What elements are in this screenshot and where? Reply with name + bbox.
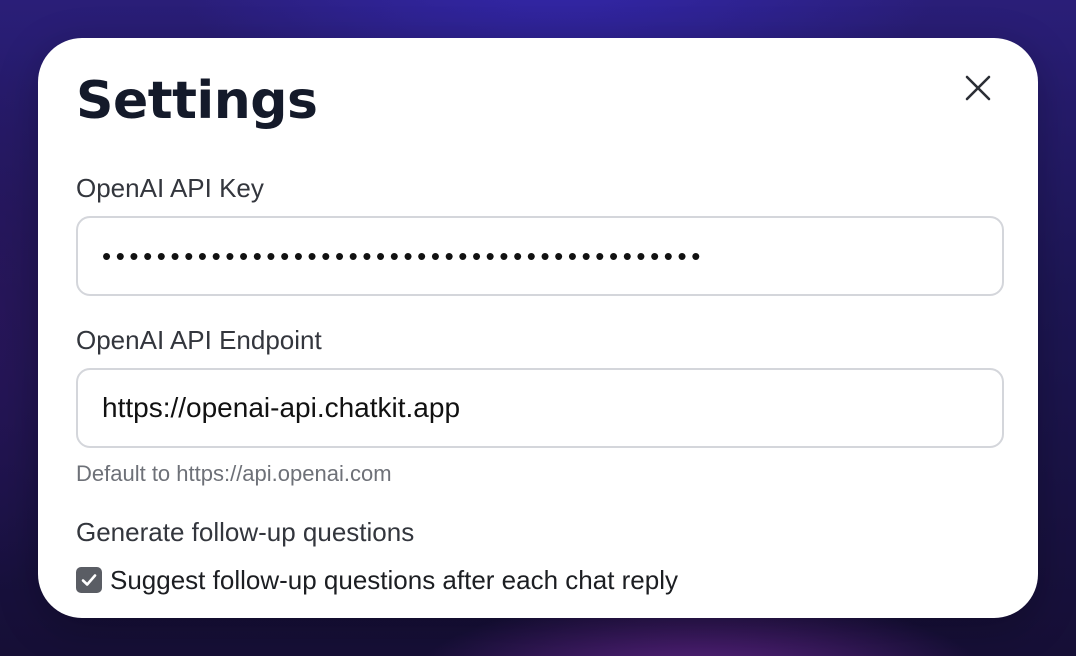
settings-dialog: Settings OpenAI API Key OpenAI API Endpo… bbox=[38, 38, 1038, 618]
follow-up-section-label: Generate follow-up questions bbox=[76, 517, 415, 547]
dialog-title: Settings bbox=[76, 71, 318, 131]
api-endpoint-input[interactable] bbox=[76, 368, 1004, 448]
close-button[interactable] bbox=[956, 66, 1000, 110]
close-icon bbox=[965, 75, 991, 101]
api-endpoint-hint: Default to https://api.openai.com bbox=[76, 461, 392, 486]
follow-up-checkbox-label: Suggest follow-up questions after each c… bbox=[110, 565, 679, 595]
api-key-input[interactable] bbox=[76, 216, 1004, 296]
checkmark-icon bbox=[81, 574, 97, 586]
follow-up-checkbox-row[interactable]: Suggest follow-up questions after each c… bbox=[76, 564, 678, 596]
api-key-label: OpenAI API Key bbox=[76, 173, 264, 203]
follow-up-checkbox[interactable] bbox=[76, 567, 102, 593]
api-endpoint-label: OpenAI API Endpoint bbox=[76, 325, 322, 355]
